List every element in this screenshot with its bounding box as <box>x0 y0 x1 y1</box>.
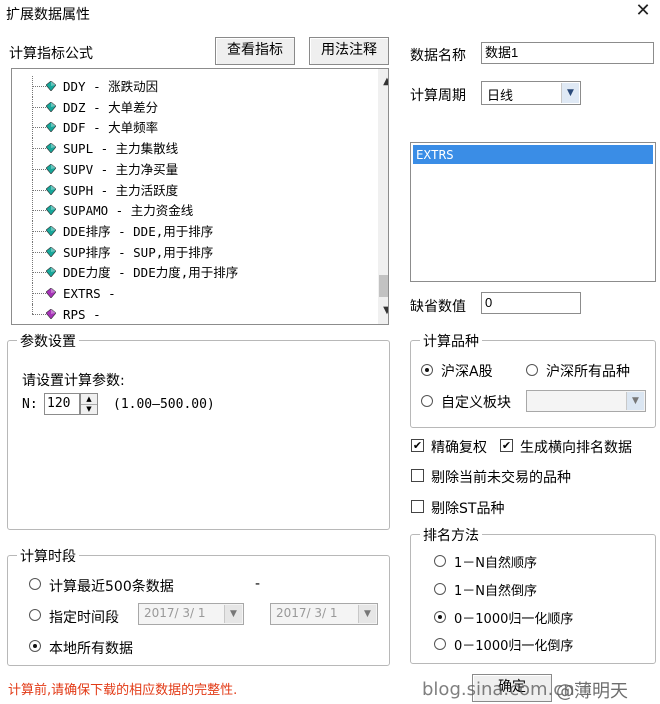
data-name-input[interactable] <box>481 42 654 64</box>
date-from-value: 2017/ 3/ 1 <box>144 606 206 620</box>
formula-teal-icon <box>46 81 56 91</box>
cycle-dropdown-icon[interactable]: ▼ <box>561 83 579 103</box>
params-legend: 参数设置 <box>17 331 79 351</box>
formula-teal-icon <box>46 143 56 154</box>
default-value-label: 缺省数值 <box>410 299 466 315</box>
formula-scrollbar[interactable]: ▲ ▼ <box>378 69 388 324</box>
n-label: N: <box>22 397 38 412</box>
rank-option-4: 0－1000归一化倒序 <box>454 639 574 654</box>
custom-board-dropdown-icon[interactable]: ▼ <box>626 392 644 410</box>
n-spinner[interactable]: ▲ ▼ <box>80 393 98 415</box>
sh-sz-a-label: 沪深A股 <box>441 364 493 380</box>
sh-sz-all-label: 沪深所有品种 <box>546 364 630 380</box>
radio-sh-sz-a[interactable] <box>421 364 433 376</box>
date-to-picker[interactable]: 2017/ 3/ 1 ▼ <box>270 603 378 625</box>
rank-option-3: 0－1000归一化顺序 <box>454 612 574 627</box>
exclude-st-label: 剔除ST品种 <box>431 501 505 517</box>
formula-item-label: SUPV - 主力净买量 <box>63 161 179 177</box>
formula-item-label: SUPL - 主力集散线 <box>63 141 179 157</box>
formula-item-label: SUPH - 主力活跃度 <box>63 182 179 198</box>
usage-notes-button[interactable]: 用法注释 <box>309 37 389 65</box>
formula-teal-icon <box>46 101 56 112</box>
exclude-st-checkbox[interactable] <box>411 500 424 513</box>
date-to-value: 2017/ 3/ 1 <box>276 606 338 620</box>
ranking-legend: 排名方法 <box>420 525 482 545</box>
formula-teal-icon <box>46 205 56 216</box>
all-local-label: 本地所有数据 <box>49 641 133 657</box>
custom-range-label: 指定时间段 <box>49 610 119 626</box>
window-title: 扩展数据属性 <box>6 7 90 23</box>
range-dash: - <box>255 576 261 592</box>
formula-teal-icon <box>46 267 56 278</box>
formula-purple-icon <box>46 288 56 298</box>
formula-item-label: EXTRS - <box>63 286 116 301</box>
radio-all-local[interactable] <box>29 640 41 652</box>
cycle-select[interactable]: 日线 ▼ <box>481 81 581 105</box>
radio-rank-4[interactable] <box>434 638 446 650</box>
cycle-value: 日线 <box>487 89 514 104</box>
radio-rank-2[interactable] <box>434 583 446 595</box>
close-icon[interactable]: ✕ <box>634 2 652 20</box>
exclude-untraded-label: 剔除当前未交易的品种 <box>431 470 571 486</box>
exclude-untraded-checkbox[interactable] <box>411 469 424 482</box>
custom-board-label: 自定义板块 <box>441 395 511 411</box>
formula-item-label: DDE力度 - DDE力度,用于排序 <box>63 265 239 281</box>
spin-down-icon[interactable]: ▼ <box>81 404 97 414</box>
formula-list[interactable]: DDY - 涨跌动因 DDZ - 大单差分 DDF - 大单频率 SUPL - 主力集… <box>11 68 389 325</box>
list-item-extrs[interactable]: EXTRS <box>413 145 653 164</box>
formula-item-label: RPS - <box>63 306 101 322</box>
rank-option-1: 1－N自然顺序 <box>454 556 537 571</box>
radio-recent-500[interactable] <box>29 578 41 590</box>
variety-legend: 计算品种 <box>420 331 482 351</box>
formula-item-label: DDZ - 大单差分 <box>63 99 159 115</box>
period-legend: 计算时段 <box>17 546 79 566</box>
formula-teal-icon <box>46 184 56 195</box>
formula-teal-icon <box>46 246 56 257</box>
params-prompt: 请设置计算参数: <box>22 373 125 389</box>
rank-data-label: 生成横向排名数据 <box>520 440 632 456</box>
date-from-picker[interactable]: 2017/ 3/ 1 ▼ <box>138 603 244 625</box>
formula-teal-icon <box>46 163 56 174</box>
radio-rank-3[interactable] <box>434 611 446 623</box>
variety-group <box>410 340 656 428</box>
radio-rank-1[interactable] <box>434 555 446 567</box>
formula-item-label: DDE排序 - DDE,用于排序 <box>63 223 214 239</box>
radio-custom-range[interactable] <box>29 609 41 621</box>
formula-teal-icon <box>46 122 56 133</box>
recent-500-label: 计算最近500条数据 <box>49 579 174 595</box>
n-input[interactable] <box>44 393 80 415</box>
radio-sh-sz-all[interactable] <box>526 364 538 376</box>
formula-item-label: SUPAMO - 主力资金线 <box>63 203 194 219</box>
cycle-label: 计算周期 <box>410 88 466 104</box>
formula-item-label: DDY - 涨跌动因 <box>63 79 159 94</box>
view-indicator-button[interactable]: 查看指标 <box>215 37 295 65</box>
watermark-author: @薄明天 <box>556 681 628 702</box>
watermark-url: blog.sina.com.cn <box>422 679 575 700</box>
exact-restore-label: 精确复权 <box>431 440 487 456</box>
formula-label: 计算指标公式 <box>9 46 93 62</box>
formula-item-label: SUP排序 - SUP,用于排序 <box>63 244 214 260</box>
rank-option-2: 1－N自然倒序 <box>454 584 537 599</box>
data-name-label: 数据名称 <box>410 48 466 64</box>
radio-custom-board[interactable] <box>421 395 433 407</box>
rank-data-checkbox[interactable]: ✔ <box>500 439 513 452</box>
n-range: (1.00—500.00) <box>113 397 215 412</box>
warning-text: 计算前,请确保下载的相应数据的完整性. <box>8 683 238 698</box>
formula-teal-icon <box>46 225 56 236</box>
exact-restore-checkbox[interactable]: ✔ <box>411 439 424 452</box>
scroll-thumb[interactable] <box>379 275 388 297</box>
scroll-up-icon[interactable]: ▲ <box>378 73 388 91</box>
date-to-dropdown-icon[interactable]: ▼ <box>358 605 376 623</box>
default-value-input[interactable] <box>481 292 581 314</box>
params-group <box>7 340 390 530</box>
tree-line <box>32 303 33 314</box>
selected-list[interactable]: EXTRS <box>410 142 656 282</box>
date-from-dropdown-icon[interactable]: ▼ <box>224 605 242 623</box>
custom-board-select[interactable]: ▼ <box>526 390 646 412</box>
formula-purple-icon <box>46 308 56 319</box>
scroll-down-icon[interactable]: ▼ <box>378 302 388 320</box>
formula-item-label: DDF - 大单频率 <box>63 120 159 136</box>
